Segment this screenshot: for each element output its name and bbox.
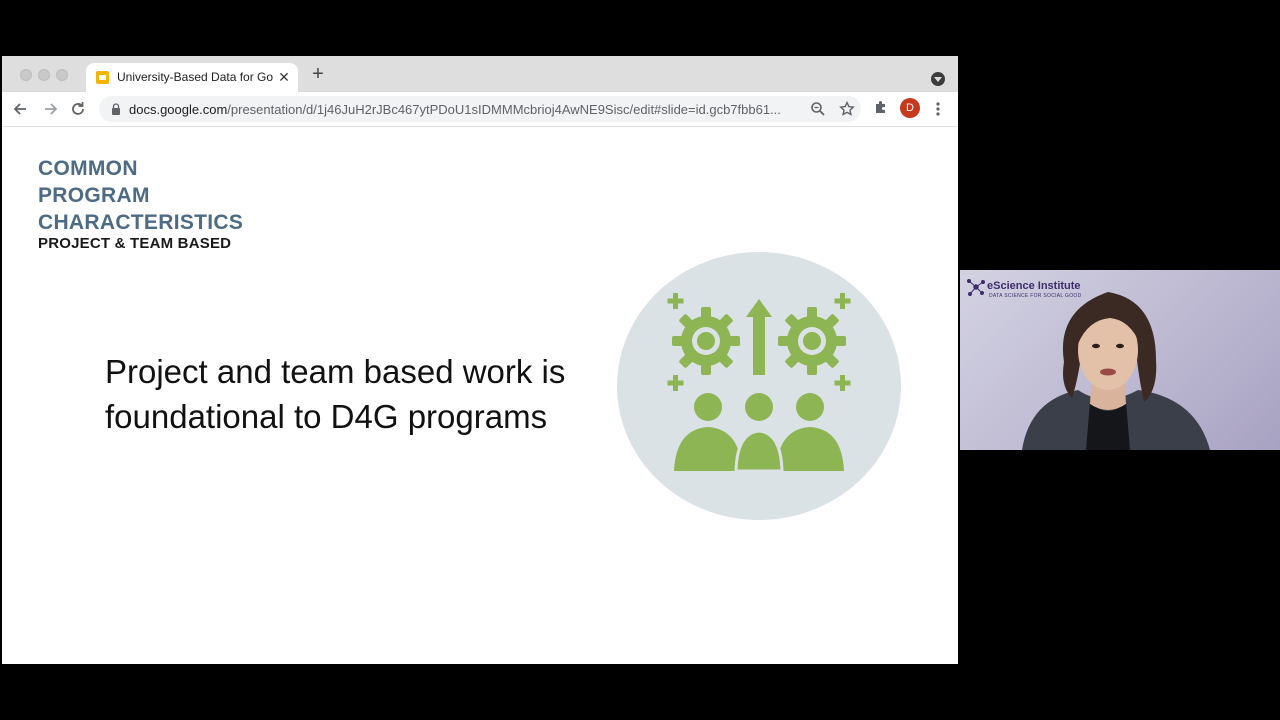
molecule-logo-icon xyxy=(967,279,985,296)
close-window-icon[interactable] xyxy=(20,69,32,81)
browser-window: University-Based Data for Goo ✕ + docs.g… xyxy=(2,56,958,664)
extensions-icon[interactable] xyxy=(873,99,889,115)
escience-logo: eScience Institute DATA SCIENCE FOR SOCI… xyxy=(963,274,1093,300)
minimize-window-icon[interactable] xyxy=(38,69,50,81)
presentation-slide: COMMON PROGRAM CHARACTERISTICS PROJECT &… xyxy=(2,127,958,664)
slide-subheading: PROJECT & TEAM BASED xyxy=(38,235,232,252)
slide-heading-line: COMMON xyxy=(38,157,138,180)
address-bar[interactable]: docs.google.com/presentation/d/1j46JuH2r… xyxy=(99,96,861,122)
back-icon[interactable] xyxy=(10,98,32,120)
lock-icon[interactable] xyxy=(111,103,121,115)
tab-title: University-Based Data for Goo xyxy=(117,70,273,84)
zoom-icon[interactable] xyxy=(809,100,827,118)
slide-body-text: Project and team based work is foundatio… xyxy=(105,349,625,439)
menu-icon[interactable] xyxy=(932,98,944,120)
reload-icon[interactable] xyxy=(67,98,89,120)
maximize-window-icon[interactable] xyxy=(56,69,68,81)
webcam-feed: eScience Institute DATA SCIENCE FOR SOCI… xyxy=(960,270,1280,450)
new-tab-button[interactable]: + xyxy=(308,64,328,84)
profile-avatar[interactable]: D xyxy=(900,98,920,118)
logo-title: eScience Institute xyxy=(987,280,1081,292)
star-icon[interactable] xyxy=(838,100,856,118)
slide-heading-line: CHARACTERISTICS xyxy=(38,211,244,234)
slide-body-line: Project and team based work is xyxy=(105,353,566,390)
tab-search-icon[interactable] xyxy=(931,72,945,86)
url-text[interactable]: docs.google.com/presentation/d/1j46JuH2r… xyxy=(129,102,799,117)
tab-strip: University-Based Data for Goo ✕ + xyxy=(2,56,958,92)
teamwork-gears-icon xyxy=(617,252,901,520)
browser-tab[interactable]: University-Based Data for Goo ✕ xyxy=(86,63,298,92)
slide-body-line: foundational to D4G programs xyxy=(105,398,548,435)
slide-heading: COMMON PROGRAM CHARACTERISTICS xyxy=(38,155,298,236)
logo-tagline: DATA SCIENCE FOR SOCIAL GOOD xyxy=(989,293,1082,299)
forward-icon[interactable] xyxy=(39,98,61,120)
slide-heading-line: PROGRAM xyxy=(38,184,150,207)
browser-toolbar: docs.google.com/presentation/d/1j46JuH2r… xyxy=(2,92,958,127)
url-host: docs.google.com xyxy=(129,102,228,117)
url-path: /presentation/d/1j46JuH2rJBc467ytPDoU1sI… xyxy=(227,102,781,117)
slides-favicon-icon xyxy=(96,71,109,84)
tab-close-icon[interactable]: ✕ xyxy=(276,68,292,86)
